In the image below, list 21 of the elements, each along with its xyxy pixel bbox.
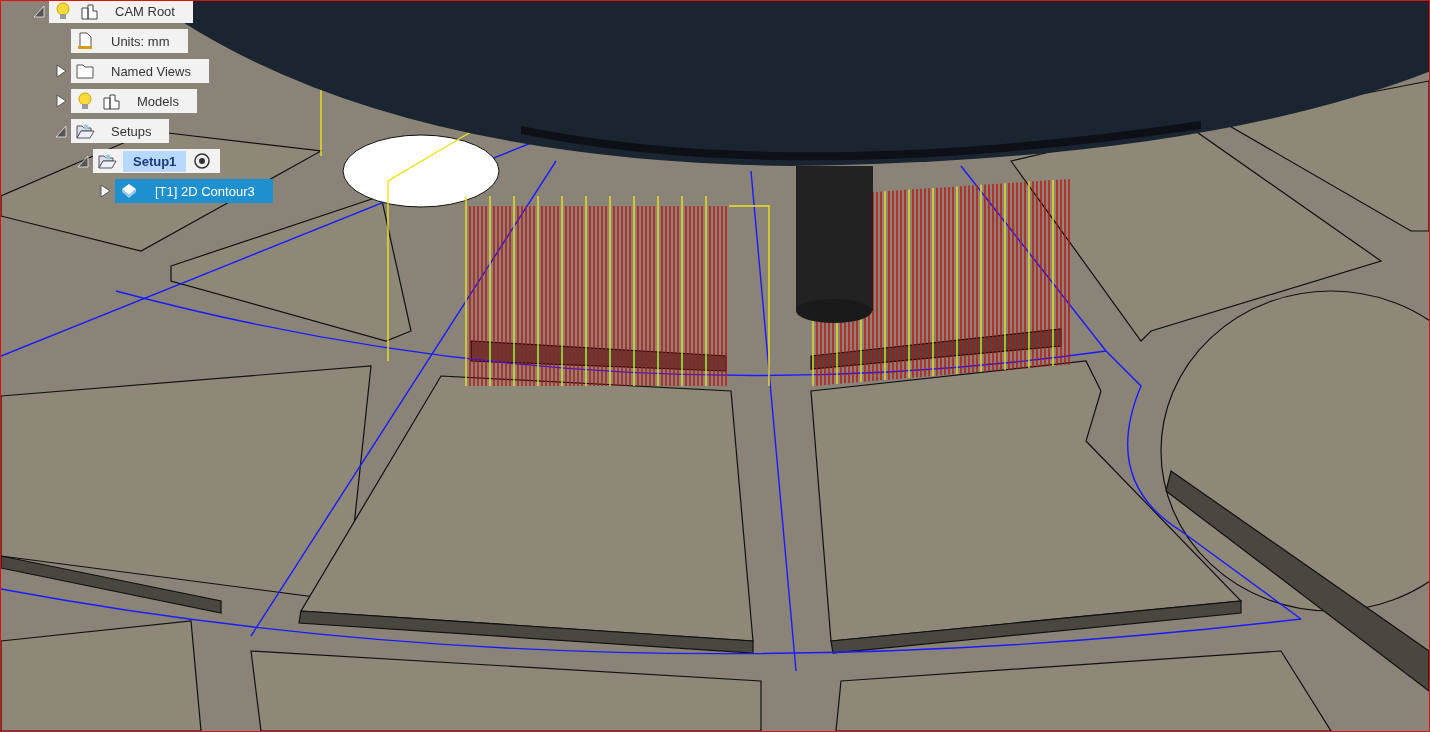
browser-node[interactable]: Setup1 <box>93 149 221 173</box>
target-icon[interactable] <box>192 151 213 171</box>
browser-node[interactable]: Named Views <box>71 59 209 83</box>
folder-icon <box>75 61 95 81</box>
collapse-arrow-icon[interactable] <box>55 124 67 138</box>
lightbulb-icon[interactable] <box>53 1 73 21</box>
browser-node[interactable]: CAM Root <box>49 1 193 23</box>
collapse-arrow-icon[interactable] <box>77 154 89 168</box>
expand-arrow-icon[interactable] <box>99 184 111 198</box>
collapse-arrow-icon[interactable] <box>33 4 45 18</box>
component-icon <box>101 91 121 111</box>
cube-icon <box>119 181 139 201</box>
lightbulb-icon[interactable] <box>75 91 95 111</box>
expand-arrow-icon[interactable] <box>55 94 67 108</box>
browser-node[interactable]: Setups <box>71 119 170 143</box>
browser-node[interactable]: Models <box>71 89 197 113</box>
expand-arrow-icon[interactable] <box>55 64 67 78</box>
browser-node[interactable]: Units: mm <box>71 29 188 53</box>
component-icon <box>79 1 99 21</box>
browser-node[interactable]: [T1] 2D Contour3 <box>115 179 273 203</box>
document-icon <box>75 31 95 51</box>
